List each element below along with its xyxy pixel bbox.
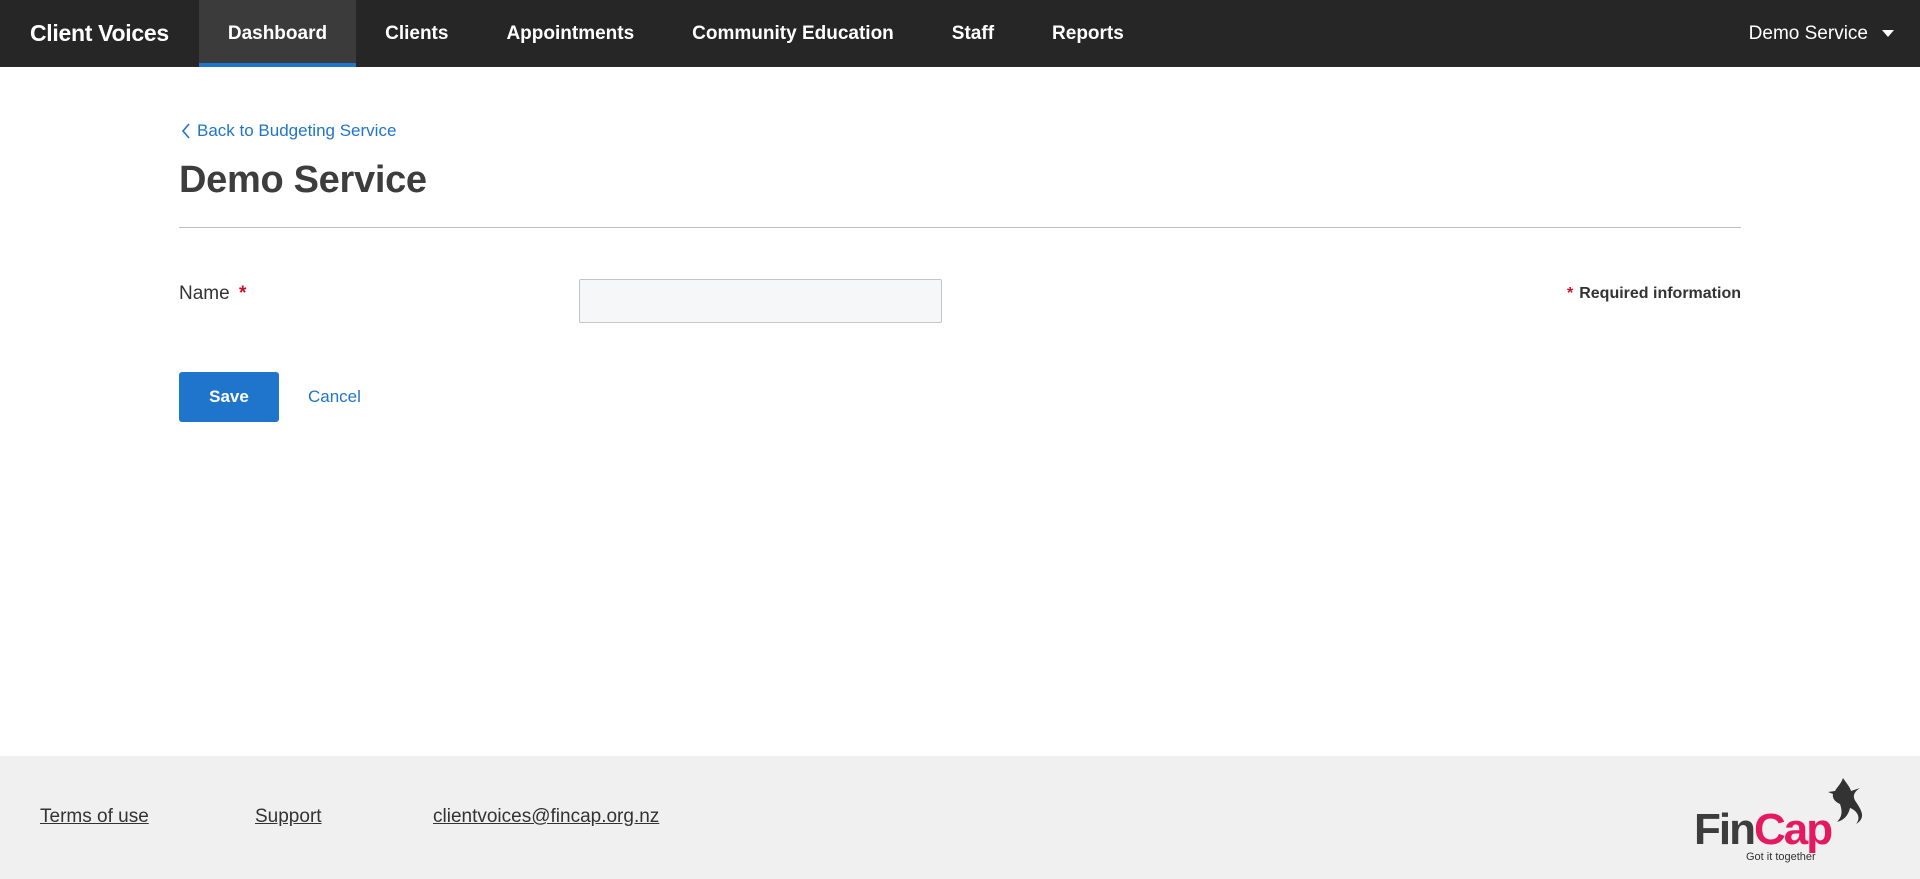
required-star: *	[238, 283, 247, 304]
account-label: Demo Service	[1748, 22, 1868, 44]
required-note-text: Required information	[1579, 285, 1741, 302]
nav-item-dashboard[interactable]: Dashboard	[198, 0, 357, 67]
required-information-note: * Required information	[1567, 285, 1741, 303]
nav-item-appointments[interactable]: Appointments	[477, 0, 663, 67]
nav-item-staff[interactable]: Staff	[923, 0, 1023, 67]
name-input[interactable]	[579, 279, 942, 323]
email-link[interactable]: clientvoices@fincap.org.nz	[433, 806, 659, 828]
nav-item-community-education[interactable]: Community Education	[663, 0, 923, 67]
title-divider	[179, 227, 1741, 228]
footer: Terms of use Support clientvoices@fincap…	[0, 756, 1920, 879]
name-field-label: Name *	[179, 283, 246, 305]
cancel-link[interactable]: Cancel	[308, 387, 361, 407]
terms-of-use-link[interactable]: Terms of use	[40, 806, 149, 828]
support-link[interactable]: Support	[255, 806, 322, 828]
svg-text:Got it together: Got it together	[1746, 851, 1816, 863]
brand-logo-text[interactable]: Client Voices	[0, 0, 199, 67]
account-menu[interactable]: Demo Service	[1729, 0, 1920, 67]
fincap-logo: FinCap Got it together	[1694, 778, 1863, 863]
back-link-label: Back to Budgeting Service	[197, 121, 397, 140]
required-note-star: *	[1566, 285, 1574, 302]
chevron-left-icon	[181, 123, 190, 139]
nav-item-clients[interactable]: Clients	[356, 0, 477, 67]
caret-down-icon	[1882, 30, 1894, 37]
save-button[interactable]: Save	[179, 372, 279, 422]
name-label-text: Name	[179, 283, 230, 304]
back-link[interactable]: Back to Budgeting Service	[181, 121, 396, 141]
main-nav: Dashboard Clients Appointments Community…	[198, 0, 1153, 67]
page-title: Demo Service	[179, 159, 427, 201]
nav-item-reports[interactable]: Reports	[1023, 0, 1153, 67]
top-nav: Client Voices Dashboard Clients Appointm…	[0, 0, 1920, 67]
svg-text:FinCap: FinCap	[1694, 805, 1832, 854]
